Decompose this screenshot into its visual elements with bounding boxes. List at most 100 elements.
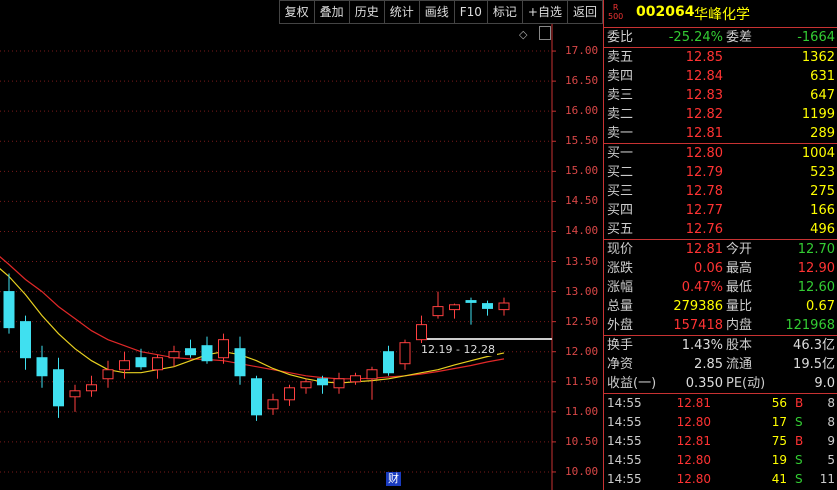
f10-button[interactable]: F10 [453,0,487,24]
candle-body [86,384,97,392]
quote-label: 现价 [607,242,634,257]
bid-row[interactable]: 买一 12.80 1004 [604,144,837,163]
statistics-button[interactable]: 统计 [383,0,419,24]
bid-label: 买五 [607,222,634,237]
tick-direction: S [795,472,803,486]
fund-row: 换手 1.43% 股本 46.3亿 [604,336,837,355]
ask-row[interactable]: 卖四 12.84 631 [604,67,837,86]
history-button[interactable]: 历史 [348,0,384,24]
restore-rights-button[interactable]: 复权 [278,0,314,24]
bid-row[interactable]: 买四 12.77 166 [604,201,837,220]
back-button[interactable]: 返回 [566,0,603,24]
fund-value: 19.5亿 [793,357,835,372]
diamond-icon[interactable]: ◇ [519,28,527,41]
ask-book: 卖五 12.85 1362 卖四 12.84 631 卖三 12.83 647 卖二 12.8… [604,48,837,144]
quote-value: 157418 [673,318,723,333]
tick-price: 12.80 [676,472,711,486]
bid-price: 12.77 [685,203,723,218]
ask-row[interactable]: 卖二 12.82 1199 [604,105,837,124]
finance-marker[interactable]: 财 [386,472,401,486]
ask-price: 12.85 [685,50,723,65]
ask-qty: 631 [810,69,835,84]
ask-row[interactable]: 卖三 12.83 647 [604,86,837,105]
order-ratio-row: 委比 -25.24% 委差 -1664 [604,28,837,48]
candle-body [218,339,229,359]
bid-label: 买四 [607,203,634,218]
ask-qty: 289 [810,126,835,141]
candle-body [168,351,180,359]
tick-time: 14:55 [607,396,642,410]
quote-value: 279386 [673,299,723,314]
add-watchlist-button[interactable]: +自选 [521,0,567,24]
kline-chart-area[interactable]: 复权 叠加 历史 统计 画线 F10 标记 +自选 返回 ◇ 17.00 16.5… [0,0,603,490]
quote-panel: R 500 002064 华峰化学 委比 -25.24% 委差 -1664 卖五… [603,0,837,490]
ask-row[interactable]: 卖一 12.81 289 [604,124,837,143]
ma-red-line [0,255,505,380]
ask-row[interactable]: 卖五 12.85 1362 [604,48,837,67]
quote-value: 12.60 [797,280,835,295]
candle-body [53,369,64,407]
candle-body [300,381,312,389]
candle-body [119,360,130,371]
quote-value: 0.67 [806,299,835,314]
bid-price: 12.79 [685,165,723,180]
fund-value: 46.3亿 [793,338,835,353]
stock-code: 002064 [636,4,695,20]
price-tick-label: 16.00 [565,104,599,118]
candle-body [69,390,81,398]
candle-body [465,300,477,303]
bid-qty: 275 [810,184,835,199]
price-tick-label: 15.00 [565,164,599,178]
fund-value: 0.350 [685,376,723,391]
candle-body [317,378,328,386]
candle-body [135,357,147,368]
bid-row[interactable]: 买二 12.79 523 [604,163,837,182]
stock-title: R 500 002064 华峰化学 [604,0,837,28]
bid-row[interactable]: 买五 12.76 496 [604,220,837,239]
tick-time: 14:55 [607,453,642,467]
bid-label: 买二 [607,165,634,180]
tick-row: 14:55 12.80 19 S 5 [604,451,837,470]
quote-label: 最低 [726,280,753,295]
quote-value: 12.81 [685,242,723,257]
fund-label: 股本 [726,338,753,353]
mark-button[interactable]: 标记 [486,0,522,24]
quote-value: 0.06 [694,261,723,276]
quote-block: 现价 12.81 今开 12.70 涨跌 0.06 最高 12.90 涨幅 0.47% 最低 12… [604,240,837,336]
quote-value: 0.47% [681,280,723,295]
tick-direction: S [795,453,803,467]
fund-row: 收益(一) 0.350 PE(动) 9.0 [604,374,837,393]
fund-label: 净资 [607,357,634,372]
fundamentals-block: 换手 1.43% 股本 46.3亿 净资 2.85 流通 19.5亿 收益(一) 0.350 P… [604,336,837,394]
tick-volume: 56 [771,396,787,410]
fund-value: 2.85 [694,357,723,372]
index-badge: R 500 [608,3,623,21]
bid-book: 买一 12.80 1004 买二 12.79 523 买三 12.78 275 买四 12.7… [604,144,837,240]
quote-value: 121968 [785,318,835,333]
wc-value: -1664 [797,30,835,45]
draw-line-button[interactable]: 画线 [418,0,454,24]
ask-price: 12.81 [685,126,723,141]
overlay-button[interactable]: 叠加 [313,0,349,24]
quote-label: 今开 [726,242,753,257]
price-tick-label: 14.50 [565,194,599,208]
tick-volume: 41 [771,472,787,486]
quote-label: 内盘 [726,318,753,333]
bid-price: 12.78 [685,184,723,199]
price-tick-label: 11.00 [565,404,599,418]
kline-chart[interactable] [0,0,603,490]
wb-value: -25.24% [668,30,723,45]
window-toggle-icon[interactable] [539,26,551,40]
bid-qty: 523 [810,165,835,180]
price-tick-label: 14.00 [565,224,599,238]
tick-list: 14:55 12.81 56 B 8 14:55 12.80 17 S 8 14:55 12.81… [604,394,837,489]
tick-time: 14:55 [607,472,642,486]
tick-time: 14:55 [607,415,642,429]
ask-qty: 1199 [801,107,835,122]
tick-volume: 17 [771,415,787,429]
bid-row[interactable]: 买三 12.78 275 [604,182,837,201]
bid-label: 买三 [607,184,634,199]
stock-name: 华峰化学 [694,7,750,23]
quote-row: 外盘 157418 内盘 121968 [604,316,837,335]
candle-body [416,324,427,341]
